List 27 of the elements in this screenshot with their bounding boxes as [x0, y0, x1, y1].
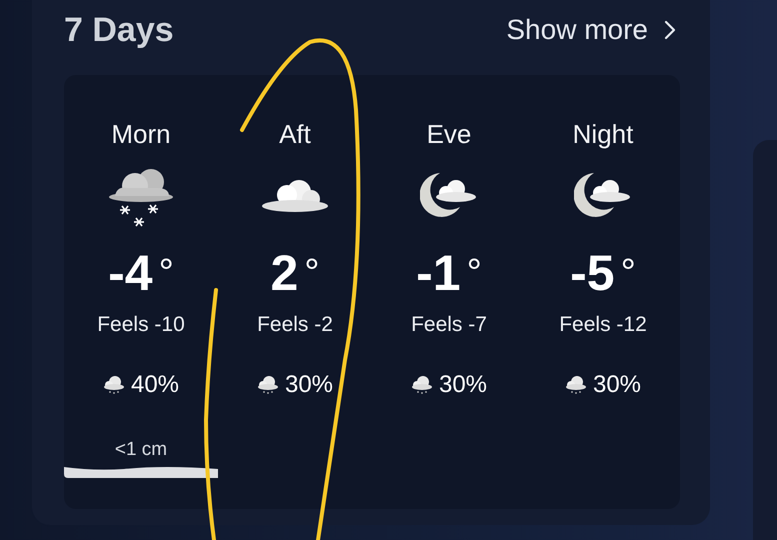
temperature: -1° [416, 245, 482, 301]
feels-like-text: Feels -10 [97, 313, 185, 337]
snow-drift-icon [64, 465, 218, 479]
chevron-icon [664, 20, 676, 40]
period-label: Aft [279, 119, 311, 151]
show-more-link[interactable]: Show more [506, 14, 676, 46]
moon-cloud-icon [420, 171, 478, 219]
rain-cloud-icon [102, 375, 125, 395]
precipitation-chance: 40% [130, 371, 180, 399]
period-label: Morn [111, 119, 171, 151]
precipitation-chance: 30% [438, 371, 488, 399]
section-title: 7 Days [64, 10, 174, 50]
period-label: Night [572, 119, 634, 151]
precipitation-chance: 30% [284, 371, 334, 399]
feels-like-text: Feels -7 [411, 313, 487, 337]
rain-cloud-icon [564, 375, 587, 395]
feels-like-text: Feels -2 [257, 313, 333, 337]
temperature: 2° [270, 245, 320, 301]
rain-cloud-icon [256, 375, 279, 395]
period-label: Eve [426, 119, 472, 151]
snow-amount: <1 cm [114, 439, 168, 461]
moon-cloud-icon [574, 171, 632, 219]
temperature: -4° [108, 245, 174, 301]
feels-like-text: Feels -12 [559, 313, 647, 337]
precipitation-chance: 30% [592, 371, 642, 399]
temperature: -5° [570, 245, 636, 301]
rain-cloud-icon [410, 375, 433, 395]
